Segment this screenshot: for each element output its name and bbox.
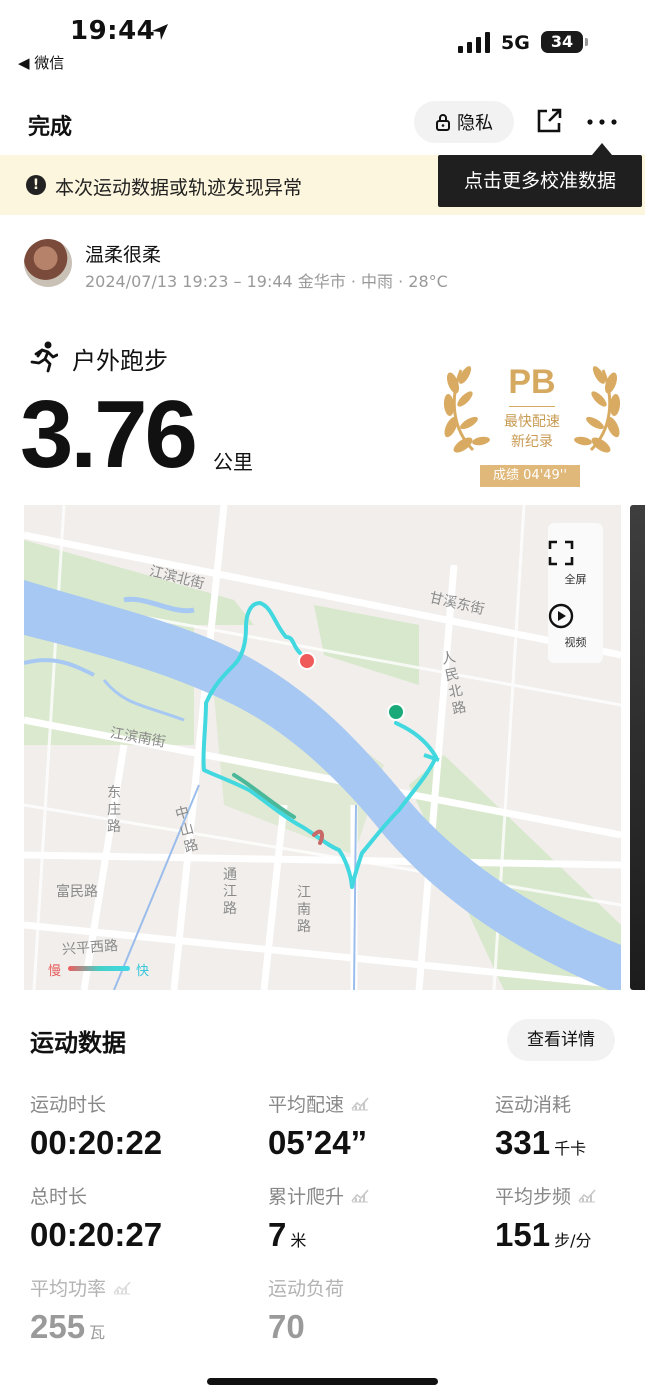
pb-score: 成绩 04'49'' bbox=[480, 465, 580, 487]
stat-label: 累计爬升 bbox=[268, 1185, 345, 1208]
warning-text: 本次运动数据或轨迹发现异常 bbox=[55, 177, 303, 199]
battery-icon: 34 bbox=[541, 31, 583, 53]
map-controls: 全屏 视频 bbox=[548, 523, 603, 663]
legend-slow: 慢 bbox=[48, 964, 62, 979]
stat-value: 00:20:27 bbox=[30, 1216, 163, 1253]
pb-label-fastest-pace: 最快配速 bbox=[504, 414, 560, 430]
video-label[interactable]: 视频 bbox=[548, 634, 603, 650]
share-icon[interactable] bbox=[535, 107, 563, 135]
privacy-button[interactable]: 隐私 bbox=[414, 101, 514, 143]
map-label-tongjiang: 通江路 bbox=[223, 867, 237, 917]
stat-value: 70 bbox=[268, 1308, 305, 1345]
map-label-dongzhuang: 东庄路 bbox=[107, 785, 121, 835]
view-details-button[interactable]: 查看详情 bbox=[507, 1019, 615, 1061]
stat-calories: 运动消耗 331 千卡 bbox=[495, 1090, 586, 1162]
activity-meta: 2024/07/13 19:23 – 19:44 金华市 · 中雨 · 28°C bbox=[85, 272, 448, 291]
stat-unit: 米 bbox=[290, 1231, 307, 1250]
stat-avg-power[interactable]: 平均功率 255 瓦 bbox=[30, 1274, 132, 1346]
stat-value: 05’24” bbox=[268, 1124, 368, 1161]
status-time: 19:44 bbox=[70, 16, 156, 46]
stat-label: 运动负荷 bbox=[268, 1277, 345, 1300]
stat-training-load: 运动负荷 70 bbox=[268, 1274, 344, 1346]
pb-divider bbox=[509, 406, 555, 407]
trend-chart-icon[interactable] bbox=[350, 1095, 370, 1111]
avatar[interactable] bbox=[24, 239, 72, 287]
trend-chart-icon[interactable] bbox=[112, 1279, 132, 1295]
distance-unit: 公里 bbox=[213, 450, 253, 474]
pb-label-new-record: 新纪录 bbox=[511, 434, 553, 450]
stat-label: 平均功率 bbox=[30, 1277, 107, 1300]
activity-type: 户外跑步 bbox=[72, 347, 168, 375]
stats-section-title: 运动数据 bbox=[30, 1029, 126, 1057]
stat-value: 151 bbox=[495, 1216, 551, 1253]
stat-elevation-gain[interactable]: 累计爬升 7米 bbox=[268, 1182, 370, 1254]
stat-label: 平均配速 bbox=[268, 1093, 345, 1116]
next-card-peek[interactable] bbox=[630, 505, 645, 990]
privacy-label: 隐私 bbox=[457, 113, 493, 134]
stat-value: 00:20:22 bbox=[30, 1124, 163, 1161]
back-to-wechat-link[interactable]: ◀ 微信 bbox=[18, 52, 64, 73]
pace-gradient-legend bbox=[68, 966, 130, 971]
calibrate-tooltip[interactable]: 点击更多校准数据 bbox=[438, 155, 642, 207]
stat-value: 331 bbox=[495, 1124, 551, 1161]
battery-tip bbox=[585, 38, 588, 46]
pb-badge[interactable]: PB 最快配速 新纪录 成绩 04'49'' bbox=[443, 355, 621, 491]
fullscreen-label[interactable]: 全屏 bbox=[548, 571, 603, 587]
stat-label: 运动时长 bbox=[30, 1093, 107, 1116]
map-canvas bbox=[24, 505, 621, 990]
stat-value: 7 bbox=[268, 1216, 287, 1253]
more-icon[interactable] bbox=[584, 110, 620, 134]
start-marker bbox=[387, 703, 405, 721]
map-label-xingping-west: 兴平西路 bbox=[61, 938, 119, 958]
pb-title: PB bbox=[508, 363, 556, 401]
stat-duration: 运动时长 00:20:22 bbox=[30, 1090, 162, 1162]
home-indicator[interactable] bbox=[207, 1378, 438, 1385]
stat-unit: 步/分 bbox=[554, 1231, 592, 1250]
trend-chart-icon[interactable] bbox=[577, 1187, 597, 1203]
done-button[interactable]: 完成 bbox=[28, 109, 72, 141]
stat-total-time: 总时长 00:20:27 bbox=[30, 1182, 162, 1254]
stat-cadence[interactable]: 平均步频 151 步/分 bbox=[495, 1182, 597, 1254]
trend-chart-icon[interactable] bbox=[350, 1187, 370, 1203]
distance-value: 3.76 bbox=[20, 381, 198, 488]
lock-icon bbox=[436, 114, 450, 131]
stat-label: 平均步频 bbox=[495, 1185, 572, 1208]
fullscreen-icon[interactable] bbox=[548, 540, 574, 566]
running-icon bbox=[30, 341, 58, 373]
play-video-icon[interactable] bbox=[548, 603, 574, 629]
end-marker bbox=[298, 652, 316, 670]
stat-unit: 千卡 bbox=[554, 1139, 587, 1158]
stat-value: 255 bbox=[30, 1308, 86, 1345]
legend-fast: 快 bbox=[136, 964, 150, 979]
stat-avg-pace[interactable]: 平均配速 05’24” bbox=[268, 1090, 370, 1162]
network-type: 5G bbox=[501, 32, 530, 54]
username: 温柔很柔 bbox=[85, 244, 162, 266]
tooltip-arrow bbox=[592, 143, 612, 155]
battery-level: 34 bbox=[550, 32, 574, 51]
location-arrow-icon bbox=[152, 24, 168, 40]
stat-unit: 瓦 bbox=[89, 1323, 106, 1342]
map-label-fumin: 富民路 bbox=[56, 884, 98, 900]
route-map[interactable]: 江滨北街 甘溪东街 人民北路 江滨南街 东庄路 中山路 通江路 江南路 富民路 … bbox=[24, 505, 621, 990]
stat-label: 总时长 bbox=[30, 1185, 88, 1208]
cellular-signal-icon bbox=[458, 32, 490, 53]
map-label-jiangnan: 江南路 bbox=[297, 885, 311, 935]
stat-label: 运动消耗 bbox=[495, 1093, 572, 1116]
status-bar: 19:44 ◀ 微信 5G 34 bbox=[0, 0, 645, 80]
warning-icon: ! bbox=[26, 175, 46, 195]
